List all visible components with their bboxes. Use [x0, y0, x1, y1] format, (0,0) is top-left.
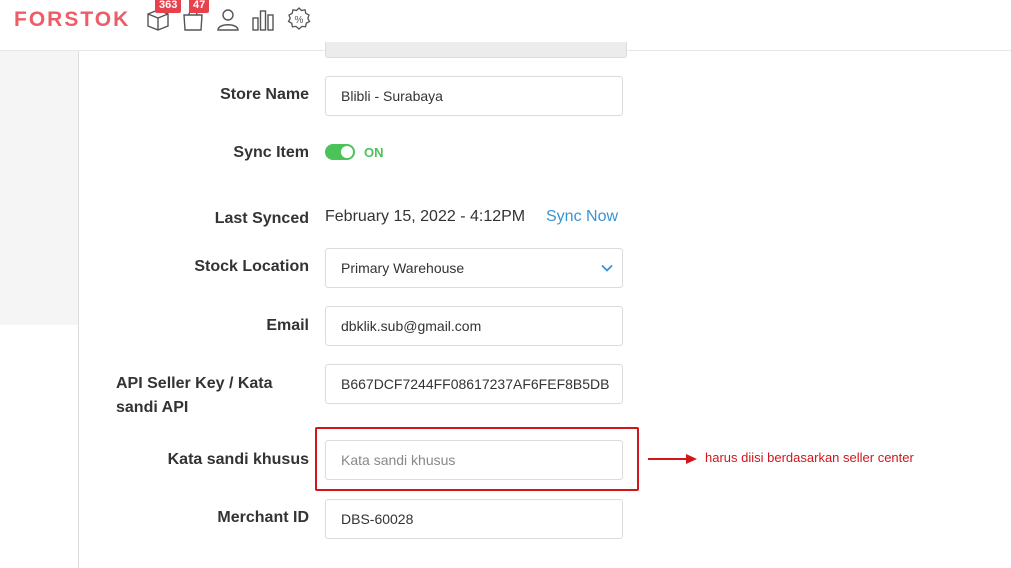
- api-seller-key-label: API Seller Key / Kata sandi API: [116, 375, 273, 416]
- annotation-highlight-box: [315, 427, 639, 491]
- chevron-down-icon: [601, 264, 613, 272]
- email-input[interactable]: dbklik.sub@gmail.com: [325, 306, 623, 346]
- store-name-label: Store Name: [220, 86, 309, 103]
- stock-location-select[interactable]: Primary Warehouse: [325, 248, 623, 288]
- api-seller-key-input[interactable]: B667DCF7244FF08617237AF6FEF8B5DB: [325, 364, 623, 404]
- chart-bar-icon[interactable]: [250, 6, 276, 32]
- bags-count-badge: 47: [189, 0, 210, 13]
- sync-now-link[interactable]: Sync Now: [546, 208, 618, 226]
- sidebar-panel: [0, 51, 78, 325]
- discount-icon[interactable]: %: [286, 6, 312, 32]
- bag-icon[interactable]: 47: [180, 0, 210, 32]
- annotation-arrow-icon: [648, 454, 697, 464]
- merchant-id-label: Merchant ID: [217, 509, 309, 526]
- previous-field-input[interactable]: [325, 42, 627, 58]
- sidebar-divider: [78, 51, 79, 568]
- sync-item-toggle[interactable]: [325, 144, 355, 160]
- email-label: Email: [266, 317, 309, 334]
- toggle-knob: [341, 146, 353, 158]
- merchant-id-input[interactable]: DBS-60028: [325, 499, 623, 539]
- svg-text:%: %: [295, 15, 304, 26]
- last-synced-label: Last Synced: [214, 210, 309, 227]
- package-icon[interactable]: 363: [145, 0, 182, 32]
- stock-location-label: Stock Location: [194, 258, 309, 275]
- last-synced-value: February 15, 2022 - 4:12PM: [325, 208, 526, 225]
- special-password-label: Kata sandi khusus: [167, 451, 309, 468]
- sync-item-label: Sync Item: [233, 144, 309, 161]
- user-icon[interactable]: [215, 6, 241, 32]
- stock-location-selected: Primary Warehouse: [341, 260, 465, 276]
- annotation-text: harus diisi berdasarkan seller center: [705, 450, 914, 465]
- packages-count-badge: 363: [155, 0, 182, 13]
- forstok-logo[interactable]: FORSTOK: [14, 8, 130, 32]
- store-name-input[interactable]: Blibli - Surabaya: [325, 76, 623, 116]
- sync-item-state: ON: [364, 145, 384, 160]
